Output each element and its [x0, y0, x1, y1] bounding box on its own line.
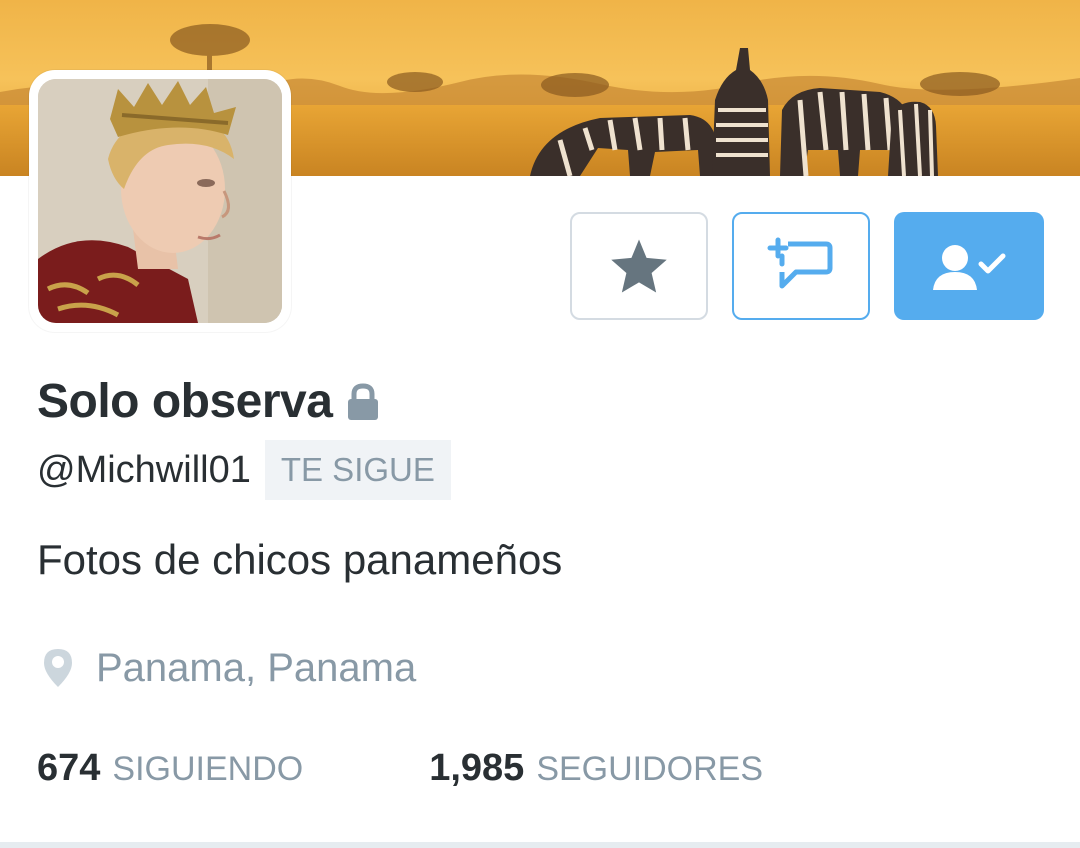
followers-stat[interactable]: 1,985 SEGUIDORES — [429, 747, 763, 790]
profile-location: Panama, Panama — [96, 646, 417, 690]
profile-avatar[interactable] — [29, 70, 291, 332]
avatar-image — [38, 79, 282, 323]
location-pin-icon — [44, 649, 72, 687]
star-icon — [611, 239, 667, 293]
handle-row: @Michwill01 TE SIGUE — [37, 440, 451, 500]
following-button[interactable] — [894, 212, 1044, 320]
profile-name: Solo observa — [37, 375, 333, 428]
profile-handle: @Michwill01 — [37, 449, 251, 491]
direct-message-button[interactable] — [732, 212, 870, 320]
add-message-icon — [767, 237, 833, 289]
divider — [0, 842, 1080, 848]
profile-stats: 674 SIGUIENDO 1,985 SEGUIDORES — [37, 740, 763, 796]
followers-count: 1,985 — [429, 746, 525, 789]
location-row: Panama, Panama — [42, 638, 416, 698]
followers-label: SEGUIDORES — [536, 749, 764, 788]
profile-name-row: Solo observa — [37, 372, 380, 432]
follows-you-badge: TE SIGUE — [264, 440, 451, 500]
following-label: SIGUIENDO — [112, 749, 304, 788]
profile-bio: Fotos de chicos panameños — [37, 536, 563, 583]
following-user-check-icon — [933, 245, 1006, 290]
following-stat[interactable]: 674 SIGUIENDO — [37, 747, 303, 790]
lock-icon — [346, 382, 380, 426]
following-count: 674 — [37, 746, 101, 789]
favorite-button[interactable] — [570, 212, 708, 320]
